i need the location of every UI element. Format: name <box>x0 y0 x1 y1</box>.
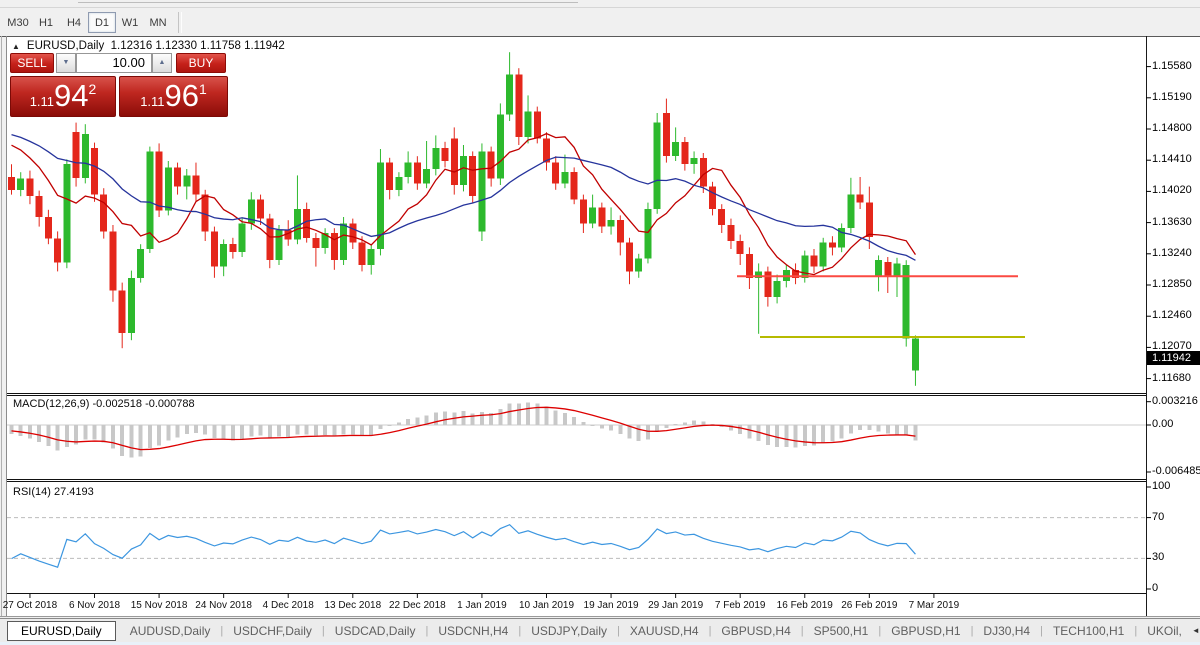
sell-button[interactable]: SELL <box>10 53 54 73</box>
price-axis-label: 1.12850 <box>1152 278 1192 290</box>
date-axis-label: 15 Nov 2018 <box>131 600 188 611</box>
tab-gbpusd-h4[interactable]: GBPUSD,H4 <box>711 622 800 640</box>
macd-axis-label: 0.003216 <box>1152 395 1198 407</box>
tab-usdcad-daily[interactable]: USDCAD,Daily <box>325 622 426 640</box>
tab-tech100-h1[interactable]: TECH100,H1 <box>1043 622 1134 640</box>
tab-usdcnh-h4[interactable]: USDCNH,H4 <box>428 622 518 640</box>
rsi-axis-label: 30 <box>1152 551 1164 563</box>
symbol-tab-bar: EURUSD,DailyAUDUSD,Daily|USDCHF,Daily|US… <box>0 618 1200 642</box>
price-axis-label: 1.14410 <box>1152 153 1192 165</box>
tab-usdjpy-daily[interactable]: USDJPY,Daily <box>521 622 617 640</box>
rsi-axis-label: 0 <box>1152 582 1158 594</box>
rsi-name: RSI(14) <box>13 486 51 498</box>
price-axis-label: 1.13240 <box>1152 247 1192 259</box>
tab-dj30-h4[interactable]: DJ30,H4 <box>973 622 1040 640</box>
tab-xauusd-h4[interactable]: XAUUSD,H4 <box>620 622 709 640</box>
sell-price-sup: 2 <box>89 81 97 97</box>
buy-price-box[interactable]: 1.11961 <box>119 76 228 117</box>
rsi-axis-label: 100 <box>1152 480 1170 492</box>
spinner-down-icon: ▼ <box>63 59 70 66</box>
date-axis-label: 10 Jan 2019 <box>519 600 574 611</box>
buy-price-big: 96 <box>165 81 199 111</box>
sell-price-box[interactable]: 1.11942 <box>10 76 116 117</box>
price-axis-label: 1.11680 <box>1152 372 1191 384</box>
price-axis-label: 1.14800 <box>1152 122 1192 134</box>
date-axis-label: 24 Nov 2018 <box>195 600 252 611</box>
one-click-trading-panel: SELL ▼ 10.00 ▲ BUY 1.11942 1.11961 <box>10 53 228 117</box>
date-axis-label: 26 Feb 2019 <box>841 600 897 611</box>
date-axis-label: 7 Feb 2019 <box>715 600 766 611</box>
tab-sp500-h1[interactable]: SP500,H1 <box>804 622 879 640</box>
mt4-terminal: M30H1H4D1W1MN ▲EURUSD,Daily 1.12316 1.12… <box>0 0 1200 645</box>
rsi-indicator-label: RSI(14) 27.4193 <box>13 486 94 498</box>
tab-scroll-left-icon[interactable]: ◄ <box>1192 626 1200 635</box>
macd-indicator-label: MACD(12,26,9) -0.002518 -0.000788 <box>13 398 195 410</box>
macd-name: MACD(12,26,9) <box>13 398 89 410</box>
macd-axis-label: 0.00 <box>1152 418 1173 430</box>
sell-price-big: 94 <box>54 81 88 111</box>
buy-price-sup: 1 <box>199 81 207 97</box>
volume-decrease-button[interactable]: ▼ <box>56 53 76 73</box>
date-axis-label: 4 Dec 2018 <box>263 600 314 611</box>
symbol-label: EURUSD,Daily <box>27 40 104 52</box>
date-axis-label: 16 Feb 2019 <box>777 600 833 611</box>
buy-button[interactable]: BUY <box>176 53 226 73</box>
macd-values: -0.002518 -0.000788 <box>92 398 194 410</box>
date-axis-label: 7 Mar 2019 <box>909 600 960 611</box>
price-axis-label: 1.12460 <box>1152 309 1192 321</box>
volume-input[interactable]: 10.00 <box>76 53 152 73</box>
macd-axis-label: -0.006485 <box>1152 465 1200 477</box>
rsi-value: 27.4193 <box>54 486 94 498</box>
tab-usdchf-daily[interactable]: USDCHF,Daily <box>223 622 322 640</box>
tab-eurusd-daily[interactable]: EURUSD,Daily <box>7 621 116 641</box>
date-axis-label: 6 Nov 2018 <box>69 600 120 611</box>
tab-audusd-daily[interactable]: AUDUSD,Daily <box>120 622 221 640</box>
tab-gbpusd-h1[interactable]: GBPUSD,H1 <box>881 622 970 640</box>
rsi-axis-label: 70 <box>1152 511 1164 523</box>
date-axis-label: 27 Oct 2018 <box>3 600 57 611</box>
date-axis-label: 19 Jan 2019 <box>584 600 639 611</box>
volume-increase-button[interactable]: ▲ <box>152 53 172 73</box>
tab-scroll-buttons: ◄► <box>1192 626 1200 635</box>
sell-price-prefix: 1.11 <box>30 94 54 109</box>
price-axis-label: 1.15580 <box>1152 60 1192 72</box>
spinner-up-icon: ▲ <box>159 59 166 66</box>
tab-ukoil-[interactable]: UKOil, <box>1137 622 1192 640</box>
buy-price-prefix: 1.11 <box>140 94 164 109</box>
price-axis-label: 1.14020 <box>1152 184 1192 196</box>
current-price-tag: 1.11942 <box>1147 351 1200 365</box>
date-axis-label: 29 Jan 2019 <box>648 600 703 611</box>
price-axis-label: 1.13630 <box>1152 216 1192 228</box>
price-axis-label: 1.15190 <box>1152 91 1192 103</box>
date-axis-label: 1 Jan 2019 <box>457 600 507 611</box>
date-axis-label: 13 Dec 2018 <box>324 600 381 611</box>
collapse-arrow-icon[interactable]: ▲ <box>12 42 20 51</box>
symbol-ohlc-values: 1.12316 1.12330 1.11758 1.11942 <box>111 40 285 52</box>
chart-symbol-title: ▲ EURUSD,Daily 1.12316 1.12330 1.11758 1.… <box>12 40 285 52</box>
date-axis-label: 22 Dec 2018 <box>389 600 446 611</box>
